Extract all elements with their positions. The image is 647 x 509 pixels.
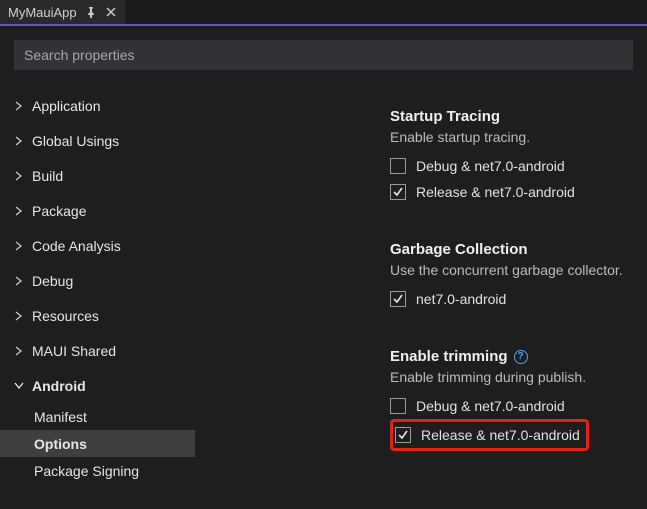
chevron-right-icon [14, 346, 24, 356]
checkbox-icon [390, 398, 406, 414]
tree-item-package-signing[interactable]: Package Signing [0, 457, 195, 484]
checkbox-label: Debug & net7.0-android [416, 158, 565, 174]
tree-label: Manifest [34, 409, 87, 425]
tree-label: Android [32, 378, 86, 394]
highlighted-option: Release & net7.0-android [390, 419, 589, 451]
tree-label: Application [32, 98, 101, 114]
tab-title: MyMauiApp [8, 5, 77, 20]
chevron-right-icon [14, 136, 24, 146]
checkbox-checked-icon [390, 291, 406, 307]
tree-item-resources[interactable]: Resources [0, 298, 195, 333]
tree-item-maui-shared[interactable]: MAUI Shared [0, 333, 195, 368]
tree-label: Options [34, 436, 87, 452]
settings-panel: Startup Tracing Enable startup tracing. … [390, 80, 647, 484]
tree-label: Global Usings [32, 133, 119, 149]
checkbox-label: Release & net7.0-android [421, 427, 580, 443]
section-desc: Enable startup tracing. [390, 129, 629, 145]
tree-item-manifest[interactable]: Manifest [0, 403, 195, 430]
checkbox-checked-icon [395, 427, 411, 443]
checkbox-debug-net7-android[interactable]: Debug & net7.0-android [390, 393, 629, 419]
section-startup-tracing: Startup Tracing Enable startup tracing. … [390, 108, 629, 205]
section-enable-trimming: Enable trimming ? Enable trimming during… [390, 348, 629, 451]
section-title: Enable trimming ? [390, 348, 629, 365]
tree-label: MAUI Shared [32, 343, 116, 359]
tree-item-package[interactable]: Package [0, 193, 195, 228]
section-title: Startup Tracing [390, 108, 629, 125]
section-garbage-collection: Garbage Collection Use the concurrent ga… [390, 241, 629, 312]
chevron-right-icon [14, 241, 24, 251]
nav-tree: Application Global Usings Build Package … [0, 80, 195, 484]
checkbox-label: Release & net7.0-android [416, 184, 575, 200]
section-desc: Use the concurrent garbage collector. [390, 262, 629, 278]
tree-label: Debug [32, 273, 73, 289]
tree-label: Code Analysis [32, 238, 121, 254]
tree-item-global-usings[interactable]: Global Usings [0, 123, 195, 158]
tree-label: Build [32, 168, 63, 184]
search-input[interactable] [14, 40, 633, 70]
section-title: Garbage Collection [390, 241, 629, 258]
section-title-text: Enable trimming [390, 348, 508, 365]
tree-item-options[interactable]: Options [0, 430, 195, 457]
chevron-right-icon [14, 206, 24, 216]
checkbox-checked-icon [390, 184, 406, 200]
checkbox-net7-android[interactable]: net7.0-android [390, 286, 629, 312]
chevron-right-icon [14, 101, 24, 111]
checkbox-label: net7.0-android [416, 291, 506, 307]
tree-item-application[interactable]: Application [0, 88, 195, 123]
tree-item-build[interactable]: Build [0, 158, 195, 193]
section-desc: Enable trimming during publish. [390, 369, 629, 385]
checkbox-icon [390, 158, 406, 174]
chevron-right-icon [14, 311, 24, 321]
checkbox-release-net7-android[interactable]: Release & net7.0-android [390, 179, 629, 205]
tab-bar: MyMauiApp [0, 0, 647, 26]
tree-label: Package Signing [34, 463, 139, 479]
close-icon[interactable] [105, 6, 117, 18]
tree-item-code-analysis[interactable]: Code Analysis [0, 228, 195, 263]
tree-item-debug[interactable]: Debug [0, 263, 195, 298]
checkbox-label: Debug & net7.0-android [416, 398, 565, 414]
tab-mymaui[interactable]: MyMauiApp [0, 0, 125, 24]
help-icon[interactable]: ? [514, 350, 528, 364]
chevron-right-icon [14, 276, 24, 286]
tree-label: Resources [32, 308, 99, 324]
checkbox-release-net7-android[interactable]: Release & net7.0-android [395, 424, 580, 446]
tree-item-android[interactable]: Android [0, 368, 195, 403]
chevron-right-icon [14, 171, 24, 181]
tree-label: Package [32, 203, 86, 219]
checkbox-debug-net7-android[interactable]: Debug & net7.0-android [390, 153, 629, 179]
pin-icon[interactable] [85, 6, 97, 18]
chevron-down-icon [14, 382, 24, 390]
